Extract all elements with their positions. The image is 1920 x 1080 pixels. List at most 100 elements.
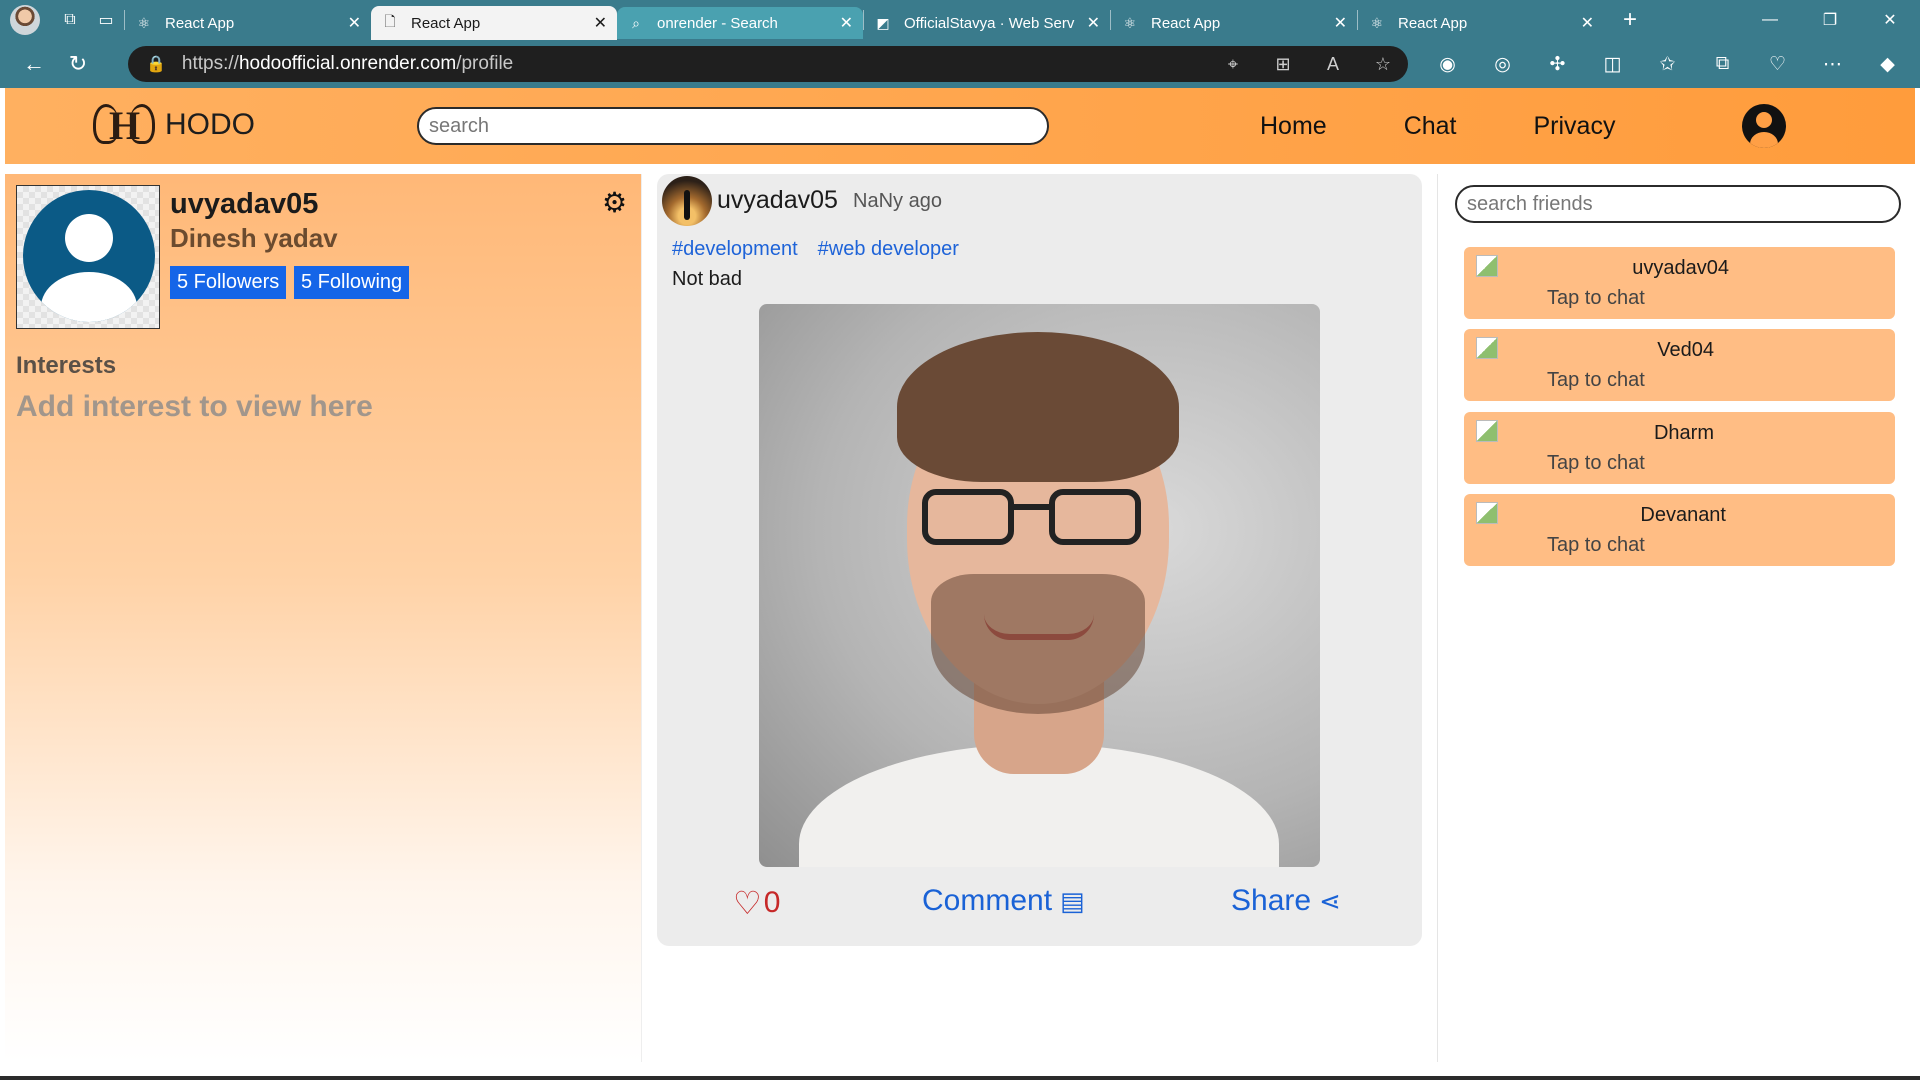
read-aloud-icon[interactable]: A	[1308, 54, 1358, 75]
friend-subtitle: Tap to chat	[1547, 369, 1645, 391]
friend-subtitle: Tap to chat	[1547, 452, 1645, 474]
winged-h-logo-icon: H	[93, 98, 155, 152]
hodo-logo[interactable]: H HODO	[93, 98, 255, 152]
post-tag[interactable]: #web developer	[818, 238, 959, 261]
window-bottom-border	[0, 1076, 1920, 1080]
react-icon: ⚛	[1370, 14, 1384, 31]
nav-home-link[interactable]: Home	[1260, 112, 1327, 141]
close-icon[interactable]: ✕	[1334, 13, 1347, 33]
search-icon: ⌕	[632, 14, 640, 31]
heart-icon: ♡	[733, 885, 762, 921]
friend-name: uvyadav04	[1632, 257, 1729, 279]
friend-item[interactable]: Ved04 Tap to chat	[1464, 329, 1895, 401]
friend-item[interactable]: uvyadav04 Tap to chat	[1464, 247, 1895, 319]
tab-title: React App	[411, 14, 481, 32]
extensions-puzzle-icon[interactable]: ✣	[1530, 53, 1585, 76]
friend-name: Ved04	[1657, 339, 1714, 361]
tab-title: React App	[1398, 14, 1468, 32]
workspaces-icon[interactable]: ⧉	[52, 0, 88, 40]
browser-tab-4[interactable]: ◩ OfficialStavya · Web Serv ✕	[864, 7, 1110, 39]
friend-item[interactable]: Devanant Tap to chat	[1464, 494, 1895, 566]
window-controls: — ❐ ✕	[1740, 0, 1920, 40]
tab-title: React App	[1151, 14, 1221, 32]
favorites-icon[interactable]: ✩	[1640, 53, 1695, 76]
main-nav: Home Chat Privacy	[1260, 88, 1692, 164]
location-pin-icon[interactable]: ⌖	[1208, 54, 1258, 75]
post-photo[interactable]	[759, 304, 1320, 867]
favorite-star-icon[interactable]: ☆	[1358, 54, 1408, 75]
react-icon: ⚛	[137, 14, 151, 31]
url-host: hodoofficial.onrender.com	[238, 53, 457, 74]
friend-subtitle: Tap to chat	[1547, 534, 1645, 556]
post-author-username[interactable]: uvyadav05	[717, 186, 838, 215]
url-scheme: https://	[181, 53, 239, 74]
followers-button[interactable]: 5 Followers	[170, 266, 287, 299]
collections-icon[interactable]: ⧉	[1695, 53, 1750, 75]
interests-heading: Interests	[16, 352, 117, 379]
close-icon[interactable]: ✕	[1581, 13, 1594, 33]
tab-title: onrender - Search	[657, 14, 778, 32]
browser-tab-bar: ⧉ ▭ ⚛ React App ✕ 🗋 React App ✕ ⌕ onrend…	[0, 0, 1920, 40]
browser-tab-6[interactable]: ⚛ React App ✕	[1358, 7, 1604, 39]
like-count: 0	[763, 886, 781, 919]
post-tag[interactable]: #development	[672, 238, 798, 261]
browser-tab-3[interactable]: ⌕ onrender - Search ✕	[617, 7, 863, 39]
browser-tab-2-active[interactable]: 🗋 React App ✕	[371, 6, 617, 40]
target-icon[interactable]: ◎	[1475, 53, 1530, 76]
split-screen-icon[interactable]: ◫	[1585, 53, 1640, 76]
share-icon: ⋖	[1319, 885, 1341, 916]
app-header: H HODO search Home Chat Privacy	[5, 88, 1915, 164]
tab-actions-icon[interactable]: ▭	[88, 0, 124, 40]
friend-item[interactable]: Dharm Tap to chat	[1464, 412, 1895, 484]
browser-tab-5[interactable]: ⚛ React App ✕	[1111, 7, 1357, 39]
close-icon[interactable]: ✕	[1087, 13, 1100, 33]
nav-chat-link[interactable]: Chat	[1404, 112, 1457, 141]
more-menu-icon[interactable]: ⋯	[1805, 53, 1860, 76]
browser-profile-avatar[interactable]	[10, 5, 40, 35]
minimize-icon[interactable]: —	[1740, 0, 1800, 40]
share-label: Share	[1231, 884, 1312, 917]
settings-gear-icon[interactable]: ⚙	[602, 186, 627, 219]
copilot-icon[interactable]: ◆	[1860, 53, 1915, 76]
profile-fullname: Dinesh yadav	[170, 223, 338, 253]
friend-search-input[interactable]: search friends	[1455, 185, 1901, 223]
following-button[interactable]: 5 Following	[294, 266, 410, 299]
comment-bubble-icon: ▤	[1060, 885, 1085, 916]
post-caption: Not bad	[672, 268, 743, 290]
post-author-avatar[interactable]	[662, 176, 712, 226]
new-tab-plus-icon[interactable]: +	[1610, 0, 1650, 40]
close-icon[interactable]: ✕	[594, 13, 607, 33]
profile-panel: uvyadav05 Dinesh yadav ⚙ 5 Followers 5 F…	[5, 174, 642, 1062]
copilot-extension-icon[interactable]: ◉	[1420, 53, 1475, 76]
profile-avatar[interactable]	[16, 185, 160, 329]
url-field[interactable]: 🔒 https://hodoofficial.onrender.com/prof…	[128, 46, 1408, 82]
post-tags: #development #web developer	[672, 238, 979, 261]
default-user-icon	[23, 190, 155, 322]
post-timestamp: NaNy ago	[853, 190, 942, 212]
close-icon[interactable]: ✕	[840, 13, 853, 33]
share-button[interactable]: Share ⋖	[1231, 884, 1341, 918]
logo-text: HODO	[165, 108, 255, 141]
friends-panel: search friends uvyadav04 Tap to chat Ved…	[1437, 174, 1915, 1062]
search-input[interactable]: search	[417, 107, 1049, 145]
restore-icon[interactable]: ❐	[1800, 0, 1860, 40]
back-arrow-icon[interactable]: ←	[12, 44, 56, 84]
browser-essentials-icon[interactable]: ♡	[1750, 53, 1805, 76]
window-close-icon[interactable]: ✕	[1860, 0, 1920, 40]
comment-button[interactable]: Comment ▤	[922, 884, 1085, 918]
app-available-icon[interactable]: ⊞	[1258, 54, 1308, 75]
post-card: uvyadav05 NaNy ago #development #web dev…	[657, 174, 1422, 946]
browser-tab-1[interactable]: ⚛ React App ✕	[125, 7, 371, 39]
page-icon: 🗋	[384, 13, 396, 29]
refresh-icon[interactable]: ↻	[56, 44, 100, 84]
friend-search-placeholder: search friends	[1467, 192, 1593, 215]
friend-name: Devanant	[1640, 504, 1726, 526]
user-account-icon[interactable]	[1742, 104, 1786, 148]
profile-username: uvyadav05	[170, 188, 319, 220]
like-button[interactable]: ♡ 0	[733, 884, 780, 922]
close-icon[interactable]: ✕	[348, 13, 361, 33]
lock-icon: 🔒	[146, 56, 166, 73]
friend-subtitle: Tap to chat	[1547, 287, 1645, 309]
nav-privacy-link[interactable]: Privacy	[1534, 112, 1616, 141]
extension-icons: ◉ ◎ ✣ ◫ ✩ ⧉ ♡ ⋯ ◆	[1420, 40, 1915, 88]
